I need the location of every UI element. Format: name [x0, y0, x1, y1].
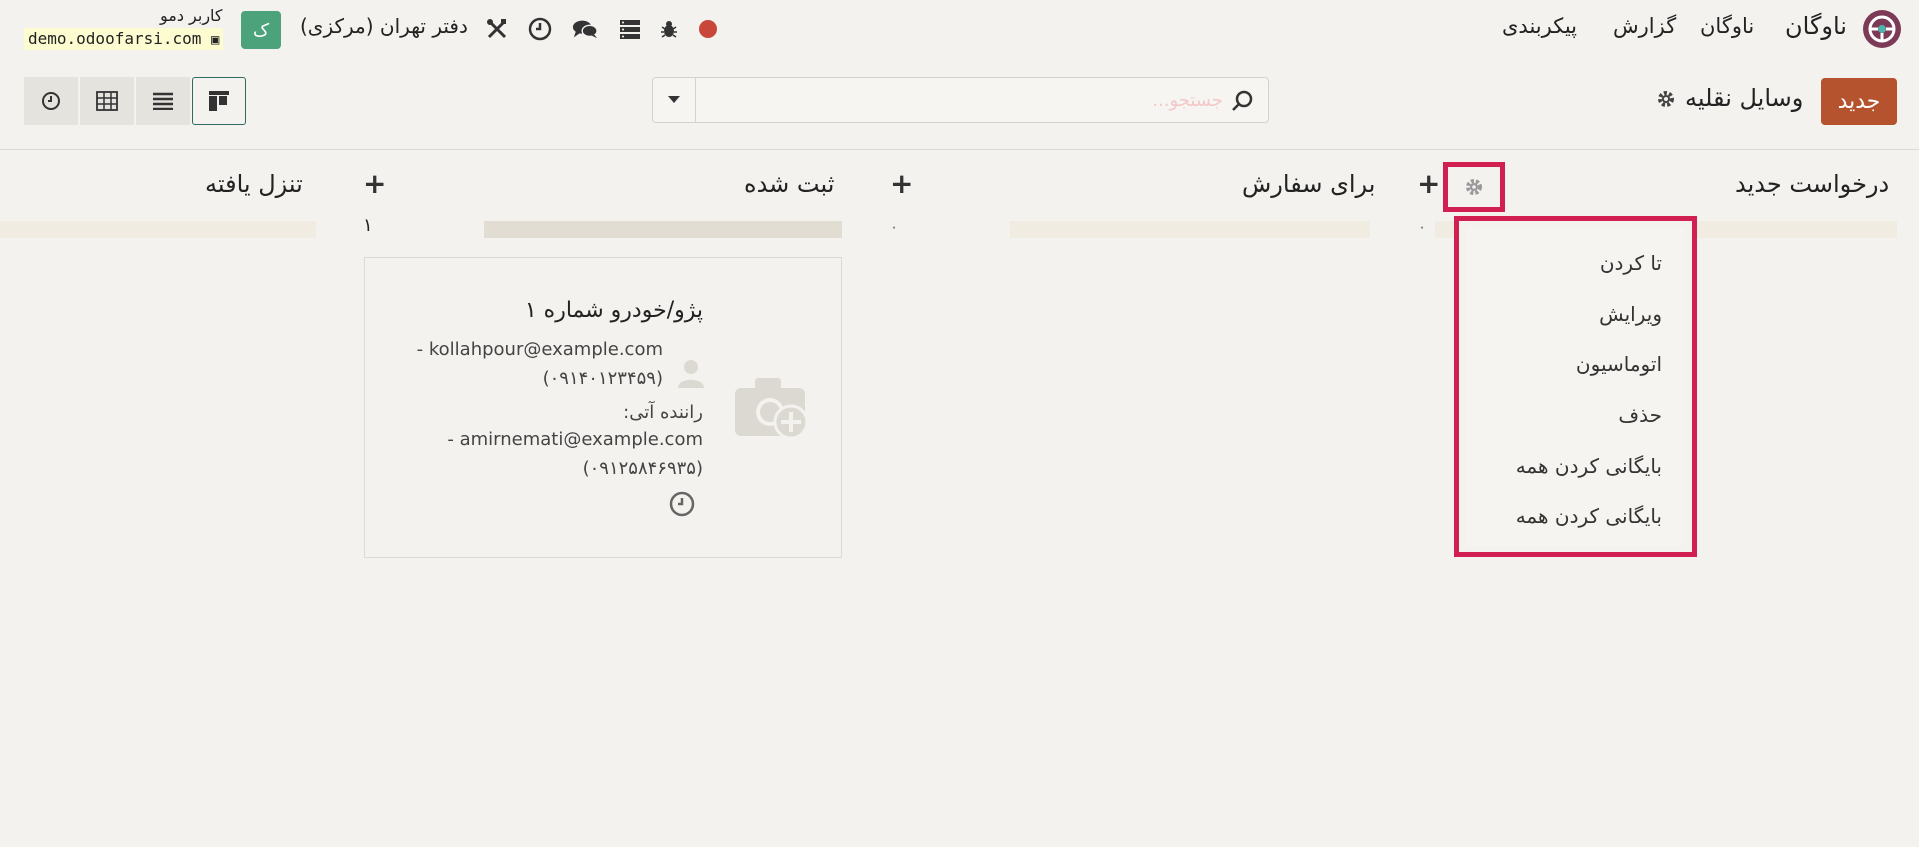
- menu-reporting[interactable]: گزارش: [1613, 14, 1676, 38]
- search-options-toggle[interactable]: [653, 78, 696, 122]
- fleet-app-icon[interactable]: [1863, 10, 1901, 48]
- menu-item-archive-all[interactable]: بایگانی کردن همه: [1516, 454, 1662, 478]
- tools-icon[interactable]: [484, 16, 510, 42]
- card-title: پژو/خودرو شماره ۱: [524, 298, 703, 323]
- gear-icon[interactable]: [1655, 88, 1677, 110]
- column-add-button[interactable]: +: [1417, 170, 1440, 198]
- top-navbar: ناوگان ناوگان گزارش پیکربندی دفتر تهران …: [0, 0, 1919, 58]
- menu-item-automation[interactable]: اتوماسیون: [1576, 352, 1662, 376]
- menu-item-archive-all[interactable]: بایگانی کردن همه: [1516, 504, 1662, 528]
- menu-configuration[interactable]: پیکربندی: [1502, 14, 1577, 38]
- table-icon: [96, 91, 118, 111]
- future-driver-phone: (۰۹۱۲۵۸۴۶۹۳۵): [582, 458, 703, 479]
- user-name[interactable]: کاربر دمو: [160, 6, 223, 25]
- kanban-icon: [209, 91, 229, 111]
- view-switcher: [24, 77, 248, 125]
- search-bar: [652, 77, 1269, 123]
- clock-icon[interactable]: [527, 16, 553, 42]
- search-input[interactable]: [697, 78, 1229, 122]
- pivot-view-button[interactable]: [80, 77, 134, 125]
- activity-clock-icon[interactable]: [669, 491, 695, 517]
- bug-icon[interactable]: [656, 16, 682, 42]
- search-icon[interactable]: [1231, 89, 1255, 113]
- menu-panel: تا کردن ویرایش اتوماسیون حذف بایگانی کرد…: [1467, 227, 1684, 546]
- list-icon: [153, 92, 173, 110]
- company-switcher[interactable]: دفتر تهران (مرکزی): [300, 14, 468, 38]
- menu-item-delete[interactable]: حذف: [1618, 403, 1662, 427]
- driver-phone: (۰۹۱۴۰۱۲۳۴۵۹): [542, 368, 663, 389]
- column-add-button[interactable]: +: [363, 170, 386, 198]
- column-progress-bar: [1010, 221, 1370, 238]
- column-title-registered[interactable]: ثبت شده: [744, 170, 834, 198]
- column-settings-menu: تا کردن ویرایش اتوماسیون حذف بایگانی کرد…: [1454, 216, 1697, 557]
- kanban-view-button[interactable]: [192, 77, 246, 125]
- user-avatar[interactable]: ک: [241, 11, 281, 49]
- control-panel-divider: [0, 149, 1919, 150]
- future-driver-label: راننده آتی:: [623, 402, 703, 423]
- chat-icon[interactable]: [572, 16, 598, 42]
- column-title-new-request[interactable]: درخواست جدید: [1735, 170, 1889, 198]
- caret-down-icon: [668, 96, 680, 103]
- database-name: demo.odoofarsi.com: [28, 29, 202, 48]
- column-title-to-order[interactable]: برای سفارش: [1242, 170, 1375, 198]
- new-button[interactable]: جدید: [1821, 78, 1897, 125]
- menu-item-edit[interactable]: ویرایش: [1599, 302, 1662, 326]
- camera-plus-icon[interactable]: [733, 374, 811, 442]
- column-count: ۰: [890, 218, 899, 236]
- person-icon: [677, 358, 705, 388]
- column-progress-bar: [0, 221, 316, 238]
- gear-icon: [1466, 179, 1482, 195]
- column-add-button[interactable]: +: [890, 170, 913, 198]
- breadcrumb: وسایل نقلیه: [1685, 84, 1804, 112]
- future-driver-email: amirnemati@example.com -: [447, 429, 703, 450]
- database-badge: demo.odoofarsi.com ▣: [24, 28, 224, 50]
- clock-icon: [42, 92, 60, 110]
- menu-item-fold[interactable]: تا کردن: [1600, 251, 1662, 275]
- record-dot-icon[interactable]: [699, 20, 717, 38]
- column-progress-bar: [484, 221, 842, 238]
- vehicle-card[interactable]: پژو/خودرو شماره ۱ kollahpour@example.com…: [364, 257, 842, 558]
- list-view-button[interactable]: [136, 77, 190, 125]
- driver-email: kollahpour@example.com -: [416, 339, 663, 360]
- activity-view-button[interactable]: [24, 77, 78, 125]
- server-icon[interactable]: [617, 16, 643, 42]
- menu-fleet[interactable]: ناوگان: [1700, 14, 1754, 38]
- column-title-downgraded[interactable]: تنزل یافته: [205, 170, 303, 198]
- app-title[interactable]: ناوگان: [1785, 12, 1847, 40]
- database-icon: ▣: [211, 32, 220, 48]
- column-count: ۰: [1418, 218, 1427, 236]
- column-count: ۱: [363, 215, 373, 236]
- column-settings-button[interactable]: [1443, 162, 1505, 212]
